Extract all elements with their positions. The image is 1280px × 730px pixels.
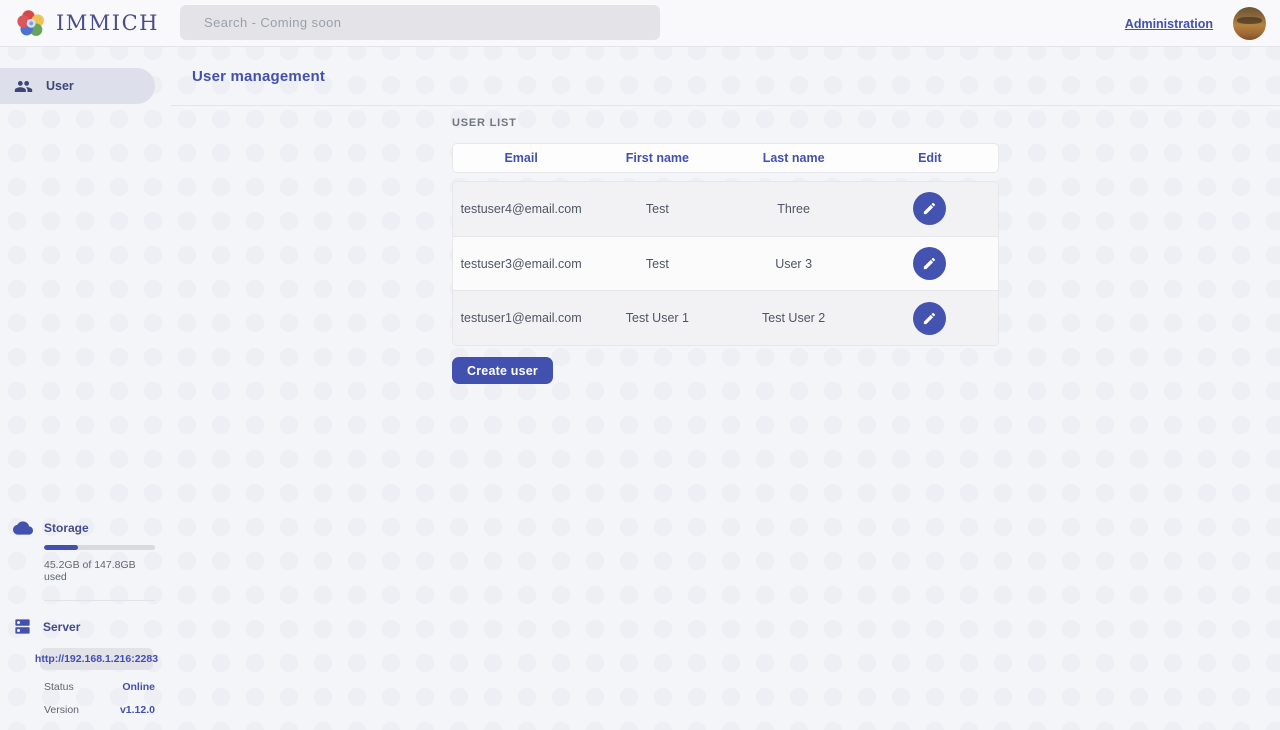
server-url-badge: http://192.168.1.216:2283	[40, 648, 153, 670]
avatar-glasses-detail	[1237, 17, 1262, 24]
user-table-row: testuser1@email.comTest User 1Test User …	[453, 291, 998, 345]
server-status-label: Status	[44, 681, 74, 693]
pencil-icon	[922, 311, 937, 326]
server-version-value: v1.12.0	[120, 704, 155, 716]
administration-link[interactable]: Administration	[1125, 17, 1213, 31]
cell-edit	[862, 247, 998, 280]
column-header-last-name: Last name	[726, 151, 862, 165]
server-status-row: Status Online	[44, 681, 155, 693]
pencil-icon	[922, 201, 937, 216]
edit-user-button[interactable]	[913, 247, 946, 280]
cell-first-name: Test	[589, 257, 725, 271]
column-header-edit: Edit	[862, 151, 998, 165]
brand: IMMICH	[0, 8, 159, 39]
sidebar-status-panel: Storage 45.2GB of 147.8GB used Server ht…	[0, 518, 155, 716]
sidebar-item-user[interactable]: User	[0, 68, 155, 104]
topbar-right: Administration	[1125, 0, 1266, 47]
brand-wordmark: IMMICH	[56, 11, 159, 35]
cell-last-name: Three	[726, 202, 862, 216]
server-version-row: Version v1.12.0	[44, 704, 155, 716]
storage-progress-fill	[44, 545, 78, 550]
cell-edit	[862, 302, 998, 335]
column-header-email: Email	[453, 151, 589, 165]
sidebar-divider	[44, 600, 155, 601]
admin-sidebar: User Storage 45.2GB of 147.8GB used Serv…	[0, 47, 171, 730]
storage-section-header: Storage	[0, 518, 155, 538]
user-list-section-label: USER LIST	[452, 117, 517, 129]
storage-usage-caption: 45.2GB of 147.8GB used	[44, 559, 155, 583]
user-table-row: testuser3@email.comTestUser 3	[453, 237, 998, 292]
pencil-icon	[922, 256, 937, 271]
users-group-icon	[14, 77, 33, 96]
cell-email: testuser3@email.com	[453, 257, 589, 271]
sidebar-item-user-label: User	[46, 79, 74, 93]
cell-last-name: User 3	[726, 257, 862, 271]
main-content: User management USER LIST Email First na…	[171, 47, 1280, 730]
page-title: User management	[192, 68, 325, 85]
top-bar: IMMICH Administration	[0, 0, 1280, 47]
server-title: Server	[43, 620, 80, 634]
storage-progress-bar	[44, 545, 155, 550]
immich-flower-logo-icon	[16, 8, 47, 39]
cell-email: testuser1@email.com	[453, 311, 589, 325]
server-section-header: Server	[0, 617, 155, 636]
edit-user-button[interactable]	[913, 302, 946, 335]
search-input[interactable]	[180, 5, 660, 40]
page-header: User management	[171, 47, 1280, 106]
cell-email: testuser4@email.com	[453, 202, 589, 216]
user-table-header: Email First name Last name Edit	[452, 143, 999, 173]
cell-first-name: Test	[589, 202, 725, 216]
server-version-label: Version	[44, 704, 79, 716]
cell-edit	[862, 192, 998, 225]
server-status-value: Online	[122, 681, 155, 693]
user-table-body: testuser4@email.comTestThreetestuser3@em…	[452, 181, 999, 346]
server-icon	[13, 617, 32, 636]
cell-last-name: Test User 2	[726, 311, 862, 325]
storage-title: Storage	[44, 521, 89, 535]
create-user-button[interactable]: Create user	[452, 357, 553, 384]
user-avatar[interactable]	[1233, 7, 1266, 40]
column-header-first-name: First name	[589, 151, 725, 165]
edit-user-button[interactable]	[913, 192, 946, 225]
cell-first-name: Test User 1	[589, 311, 725, 325]
user-table-row: testuser4@email.comTestThree	[453, 182, 998, 237]
cloud-icon	[13, 518, 33, 538]
